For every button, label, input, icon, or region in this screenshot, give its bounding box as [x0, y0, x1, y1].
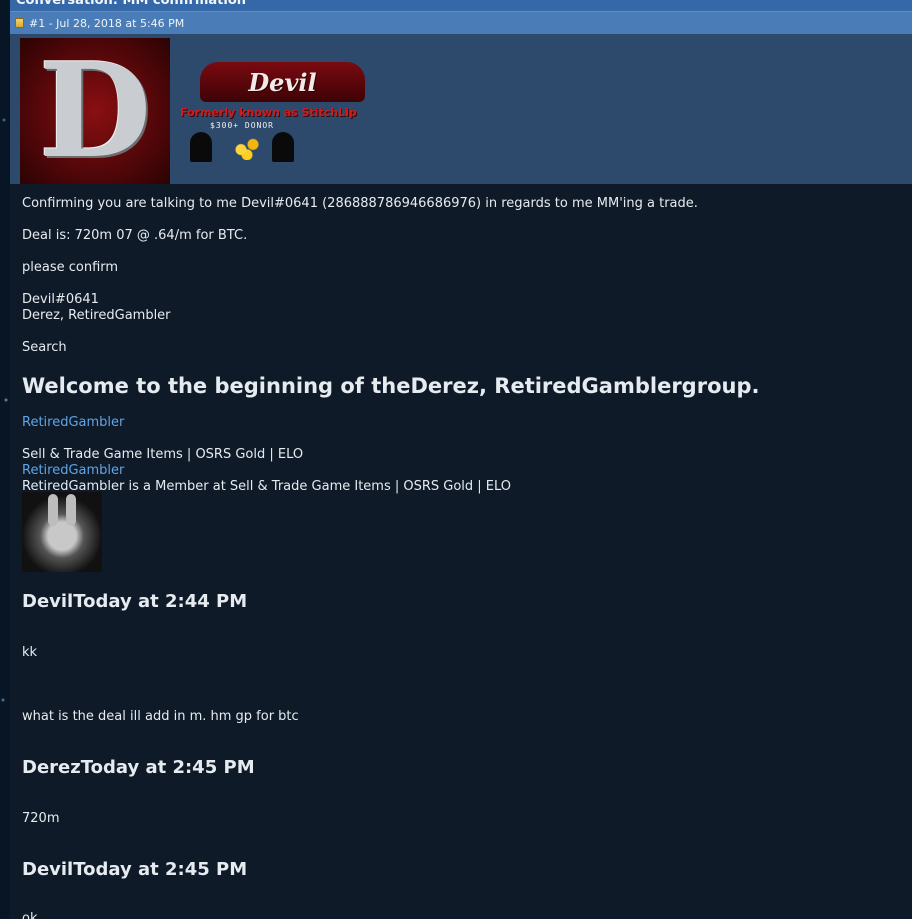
chat-line: what is the deal ill add in m. hm gp for… [22, 709, 299, 724]
formerly-known-text: Formerly known as StitchLip [180, 106, 357, 119]
avatar-letter-icon: D [38, 34, 152, 187]
chat-header: DerezToday at 2:45 PM [22, 757, 255, 778]
chat-line: kk [22, 645, 38, 660]
user-avatar-d[interactable]: D [20, 38, 170, 184]
message-line-5: Derez, RetiredGambler [22, 308, 171, 323]
gambler-avatar[interactable] [22, 492, 102, 572]
donor-text: $300+ DONOR [210, 121, 274, 130]
signature-panel: D Devil Formerly known as StitchLip $300… [10, 34, 912, 184]
conversation-titlebar: Conversation: MM confirmation [10, 0, 912, 12]
message-line-4: Devil#0641 [22, 292, 99, 307]
conversation-title: Conversation: MM confirmation [16, 0, 247, 8]
message-line-1: Confirming you are talking to me Devil#0… [22, 196, 698, 211]
banner-text: Devil [248, 67, 317, 97]
chat-line: ok [22, 911, 38, 919]
post-header-bar: #1 - Jul 28, 2018 at 5:46 PM [10, 12, 912, 34]
welcome-heading: Welcome to the beginning of theDerez, Re… [22, 374, 760, 398]
devil-banner: Devil [200, 62, 365, 102]
chat-header: DevilToday at 2:45 PM [22, 859, 248, 880]
message-line-2: Deal is: 720m 07 @ .64/m for BTC. [22, 228, 248, 243]
coins-icon [232, 134, 262, 160]
avatar-ear-left-icon [48, 494, 58, 526]
chat-header: DevilToday at 2:44 PM [22, 591, 248, 612]
member-link-1[interactable]: RetiredGambler [22, 415, 124, 431]
group-name: Sell & Trade Game Items | OSRS Gold | EL… [22, 447, 304, 462]
chat-line: 720m [22, 811, 60, 826]
avatar-ear-right-icon [66, 494, 76, 526]
member-link-2[interactable]: RetiredGambler [22, 463, 124, 479]
reaper-right-icon [272, 132, 294, 162]
note-icon [15, 18, 24, 28]
post-permalink[interactable]: #1 - Jul 28, 2018 at 5:46 PM [29, 17, 184, 30]
message-line-6: Search [22, 340, 67, 355]
conversation-window: Conversation: MM confirmation #1 - Jul 2… [10, 0, 912, 919]
reaper-left-icon [190, 132, 212, 162]
message-line-3: please confirm [22, 260, 119, 275]
space-background [0, 0, 10, 919]
